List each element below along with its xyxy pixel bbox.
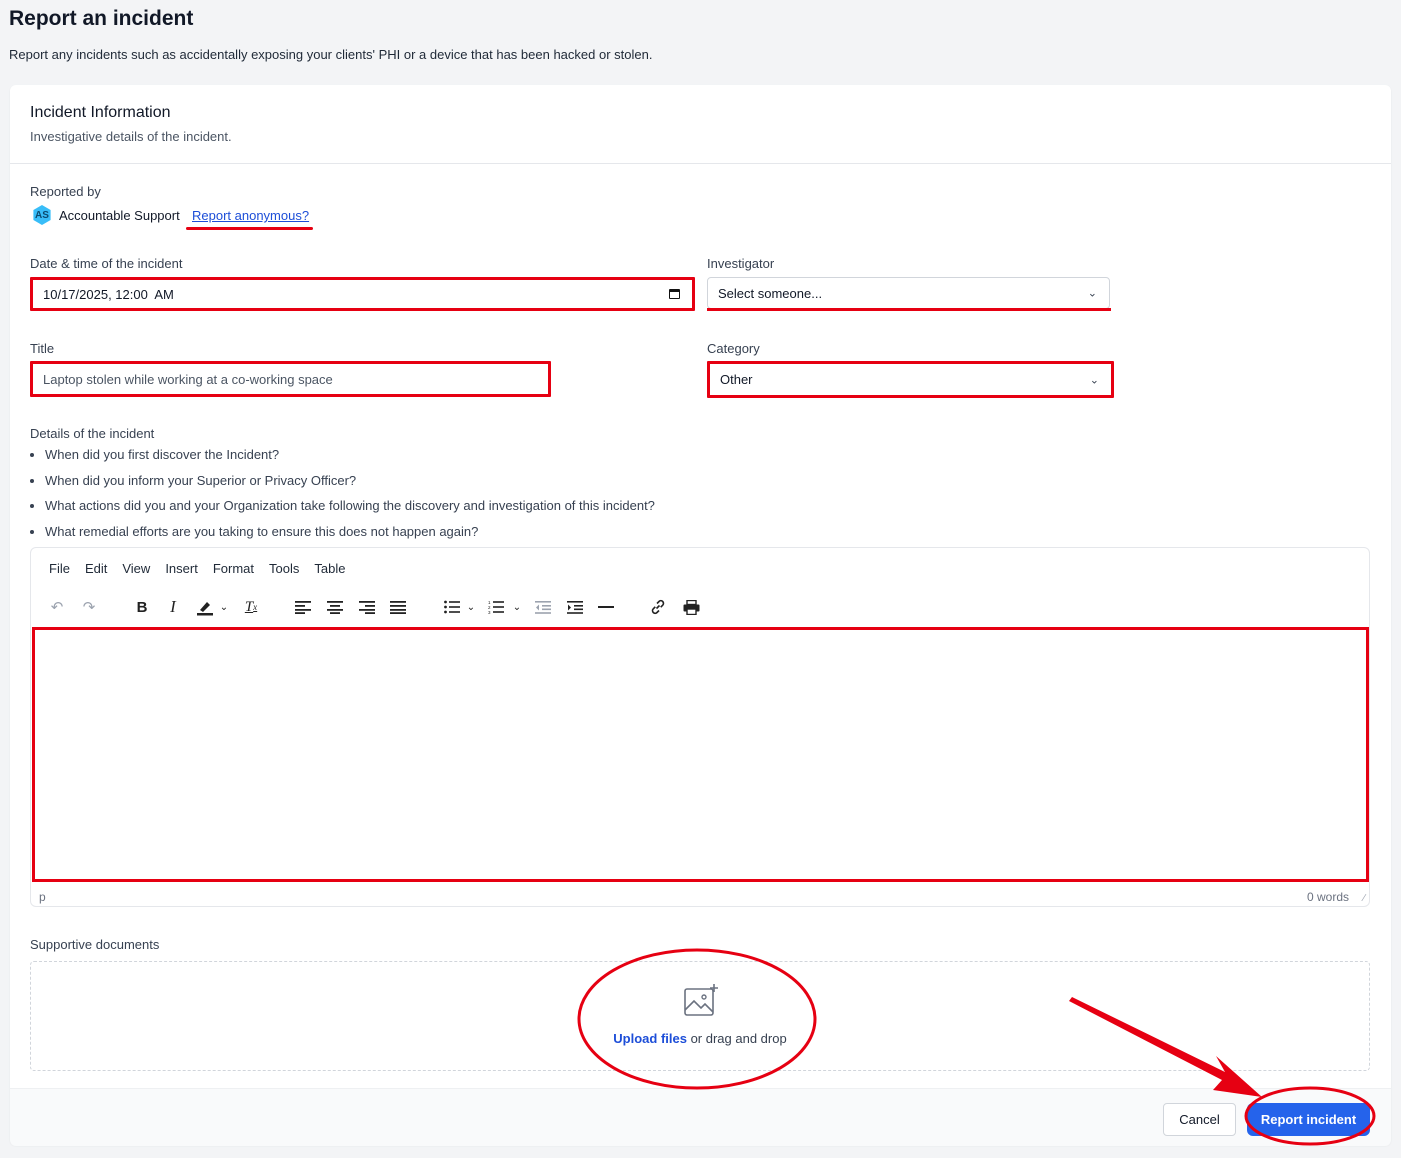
card-title: Incident Information [30, 104, 171, 121]
menu-format[interactable]: Format [213, 561, 254, 576]
align-justify-icon[interactable] [388, 594, 408, 620]
align-left-icon[interactable] [293, 594, 313, 620]
chevron-down-icon[interactable]: ⌄ [218, 594, 230, 620]
category-value: Other [720, 372, 753, 387]
card-subtitle: Investigative details of the incident. [30, 129, 232, 144]
undo-icon[interactable]: ↶ [47, 594, 67, 620]
report-incident-button[interactable]: Report incident [1247, 1103, 1370, 1136]
menu-insert[interactable]: Insert [165, 561, 198, 576]
print-icon[interactable] [680, 594, 702, 620]
list-item: When did you first discover the Incident… [45, 442, 655, 468]
link-icon[interactable] [648, 594, 668, 620]
list-item: When did you inform your Superior or Pri… [45, 468, 655, 494]
investigator-value: Select someone... [718, 285, 823, 301]
italic-icon[interactable]: I [163, 594, 183, 620]
investigator-label: Investigator [707, 256, 775, 271]
menu-tools[interactable]: Tools [269, 561, 299, 576]
list-item: What actions did you and your Organizati… [45, 493, 655, 519]
datetime-label: Date & time of the incident [30, 256, 183, 271]
documents-label: Supportive documents [30, 937, 160, 952]
cancel-button[interactable]: Cancel [1163, 1103, 1236, 1136]
reported-by-label: Reported by [30, 184, 101, 199]
redo-icon[interactable]: ↷ [79, 594, 99, 620]
avatar: AS [33, 205, 51, 225]
chevron-down-icon[interactable]: ⌄ [465, 594, 477, 620]
clear-formatting-icon[interactable]: Tx [241, 594, 261, 620]
card-footer: Cancel Report incident [10, 1088, 1391, 1146]
svg-text:3: 3 [488, 610, 491, 614]
page-subtitle: Report any incidents such as accidentall… [9, 47, 653, 62]
details-label: Details of the incident [30, 426, 155, 441]
menu-view[interactable]: View [122, 561, 150, 576]
editor-menubar: File Edit View Insert Format Tools Table [49, 561, 360, 576]
menu-edit[interactable]: Edit [85, 561, 107, 576]
editor-status-path: p [39, 890, 46, 904]
chevron-down-icon: ⌄ [1087, 287, 1097, 300]
report-anonymous-link[interactable]: Report anonymous? [192, 208, 309, 223]
indent-icon[interactable] [565, 594, 585, 620]
upload-prompt: Upload files or drag and drop [31, 1031, 1369, 1046]
editor-word-count: 0 words [1306, 890, 1349, 904]
menu-table[interactable]: Table [314, 561, 345, 576]
rich-text-editor: File Edit View Insert Format Tools Table… [30, 547, 1370, 907]
outdent-icon[interactable] [533, 594, 553, 620]
file-dropzone[interactable]: Upload files or drag and drop [30, 961, 1370, 1071]
horizontal-line-icon[interactable] [596, 594, 616, 620]
annotation-underline [186, 227, 313, 230]
add-image-icon [684, 984, 718, 1023]
datetime-input[interactable]: 10/17/2025, 12:00 AM [30, 277, 695, 311]
bullet-list-icon[interactable] [442, 594, 462, 620]
chevron-down-icon: ⌄ [1089, 374, 1099, 386]
calendar-icon[interactable] [669, 289, 680, 299]
chevron-down-icon[interactable]: ⌄ [511, 594, 523, 620]
title-value: Laptop stolen while working at a co-work… [43, 371, 333, 387]
incident-card: Incident Information Investigative detai… [10, 85, 1391, 1146]
reporter-name: Accountable Support [59, 208, 180, 223]
upload-hint: or drag and drop [686, 1031, 787, 1046]
menu-file[interactable]: File [49, 561, 70, 576]
details-questions: When did you first discover the Incident… [30, 442, 655, 544]
investigator-select[interactable]: Select someone... ⌄ [707, 277, 1110, 309]
title-label: Title [30, 341, 55, 356]
card-header: Incident Information Investigative detai… [10, 85, 1391, 164]
highlight-icon[interactable] [194, 594, 216, 620]
bold-icon[interactable]: B [132, 594, 152, 620]
align-right-icon[interactable] [357, 594, 377, 620]
page-title: Report an incident [9, 7, 194, 30]
title-input[interactable]: Laptop stolen while working at a co-work… [30, 361, 551, 397]
align-center-icon[interactable] [325, 594, 345, 620]
category-label: Category [707, 341, 760, 356]
datetime-value: 10/17/2025, 12:00 AM [43, 286, 174, 302]
category-select[interactable]: Other ⌄ [707, 361, 1114, 398]
annotation-underline [707, 308, 1111, 311]
list-item: What remedial efforts are you taking to … [45, 519, 655, 545]
editor-toolbar: ↶ ↷ B I ⌄ Tx ⌄ 1 2 3 ⌄ [31, 594, 1369, 620]
editor-content-area[interactable] [32, 627, 1369, 882]
upload-files-link[interactable]: Upload files [613, 1031, 687, 1046]
resize-handle-icon[interactable]: ∕ [1363, 893, 1365, 904]
numbered-list-icon[interactable]: 123 [486, 594, 506, 620]
